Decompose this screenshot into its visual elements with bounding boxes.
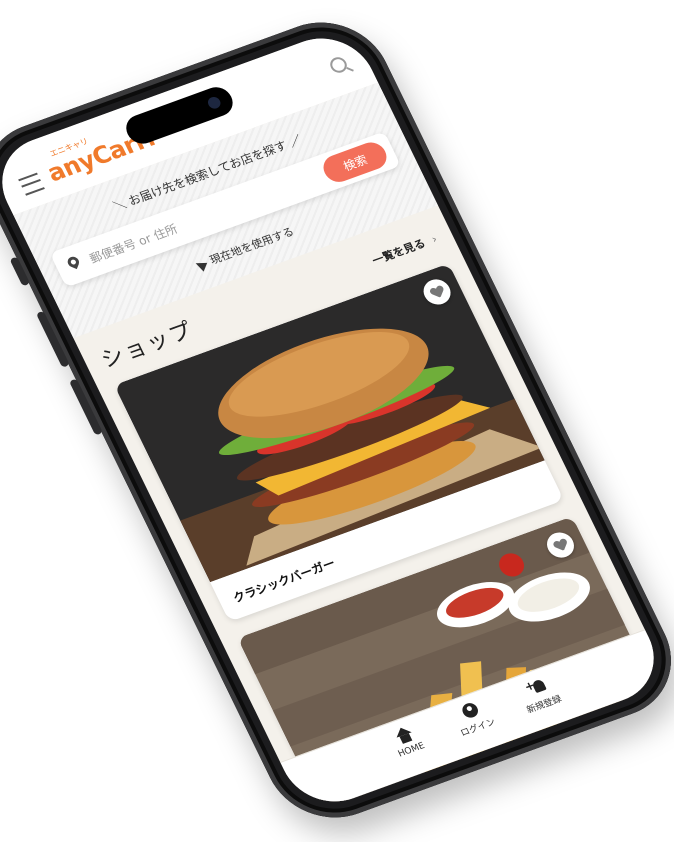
user-icon [459, 701, 481, 720]
tab-register-label: 新規登録 [525, 694, 564, 716]
phone-frame: エニキャリ anyCarri ＼ お届け先を検索してお店を探す ／ 検索 現在地… [0, 4, 674, 836]
see-all-label: 一覧を見る [370, 236, 428, 268]
silent-switch [9, 256, 31, 287]
add-user-icon [523, 676, 549, 697]
tab-login-label: ログイン [459, 717, 498, 739]
app-screen: エニキャリ anyCarri ＼ お届け先を検索してお店を探す ／ 検索 現在地… [0, 24, 671, 816]
navigation-arrow-icon [193, 258, 208, 272]
search-button[interactable]: 検索 [318, 138, 392, 186]
heart-icon [553, 538, 569, 552]
hamburger-menu-icon[interactable] [18, 172, 45, 196]
heart-icon [429, 285, 445, 299]
location-pin-icon [66, 255, 81, 270]
search-icon[interactable] [327, 55, 350, 75]
camera-icon [205, 95, 223, 111]
home-icon [393, 725, 415, 745]
chevron-right-icon: › [429, 232, 440, 246]
see-all-link[interactable]: 一覧を見る › [369, 231, 439, 269]
